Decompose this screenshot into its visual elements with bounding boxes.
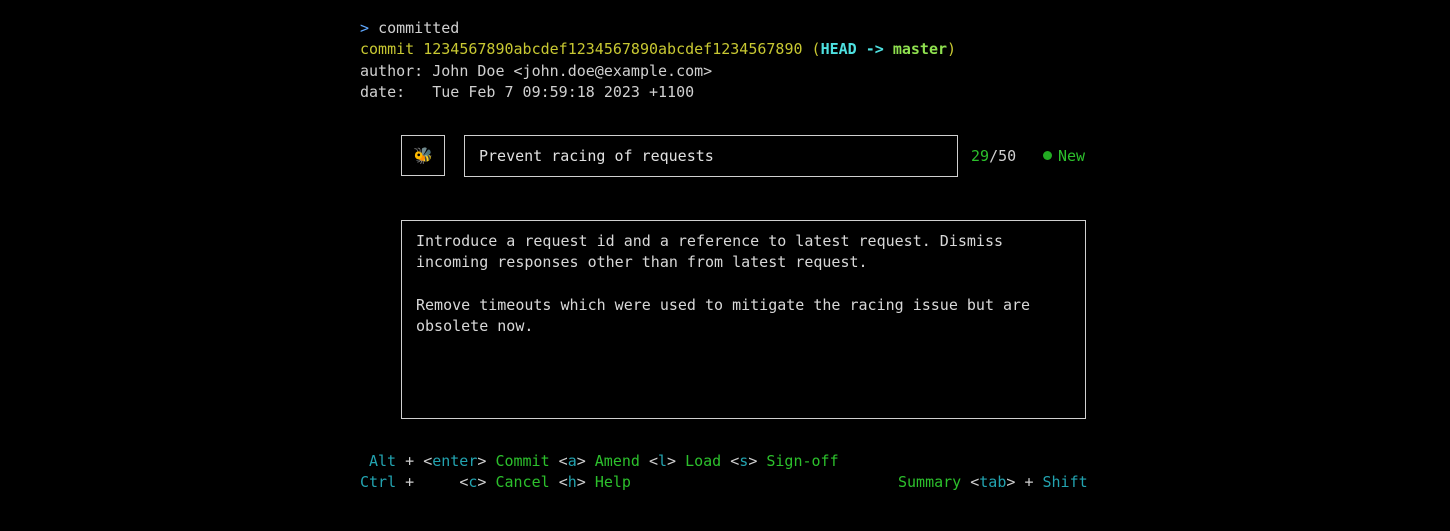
char-count-max: 50 xyxy=(998,147,1017,165)
body-line: Remove timeouts which were used to mitig… xyxy=(416,295,1031,314)
commit-hint[interactable]: <enter> Commit xyxy=(423,452,549,470)
help-action: Help xyxy=(594,473,631,491)
author-line: author: John Doe <john.doe@example.com> xyxy=(360,62,713,80)
plus-sign: + xyxy=(405,452,415,470)
status-indicator: New xyxy=(1043,146,1085,167)
enter-key: enter xyxy=(432,452,478,470)
ref-close-paren: ) xyxy=(947,40,957,58)
summary-focus-hint[interactable]: Summary <tab> + Shift xyxy=(898,472,1088,493)
summary-input-value: Prevent racing of requests xyxy=(479,147,714,165)
cancel-hint[interactable]: <c> Cancel xyxy=(459,473,549,491)
commit-action: Commit xyxy=(495,452,550,470)
ref-branch: master xyxy=(892,40,948,58)
load-action: Load xyxy=(685,452,722,470)
plus-sign: + xyxy=(405,473,415,491)
ref-head: HEAD xyxy=(820,40,857,58)
key-hints-row-1: Alt + <enter> Commit <a> Amend <l> Load … xyxy=(369,451,839,472)
body-line xyxy=(416,274,1071,295)
shift-modifier: Shift xyxy=(1042,473,1088,491)
amend-action: Amend xyxy=(594,452,640,470)
commit-hash: 1234567890abcdef1234567890abcdef12345678… xyxy=(423,40,803,58)
date-line: date: Tue Feb 7 09:59:18 2023 +1100 xyxy=(360,83,695,101)
summary-char-counter: 29/50 xyxy=(971,146,1016,167)
prompt-mark: > xyxy=(360,19,370,37)
summary-input[interactable]: Prevent racing of requests xyxy=(464,135,958,177)
plus-sign: + xyxy=(1024,473,1034,491)
status-dot-icon xyxy=(1043,151,1052,160)
alt-modifier: Alt xyxy=(369,452,397,470)
tab-key: tab xyxy=(979,473,1007,491)
status-label: New xyxy=(1058,147,1086,165)
prompt-line: > committed xyxy=(360,18,459,39)
help-hint[interactable]: <h> Help xyxy=(559,473,631,491)
bee-emoji-icon: 🐝 xyxy=(413,146,433,165)
ref-open-paren: ( xyxy=(811,40,821,58)
amend-hint[interactable]: <a> Amend xyxy=(559,452,640,470)
a-key: a xyxy=(567,452,577,470)
load-hint[interactable]: <l> Load xyxy=(649,452,721,470)
cancel-action: Cancel xyxy=(495,473,550,491)
signoff-hint[interactable]: <s> Sign-off xyxy=(730,452,838,470)
key-hints-row-2: Ctrl + <c> Cancel <h> Help xyxy=(360,472,631,493)
h-key: h xyxy=(567,473,577,491)
ref-arrow: -> xyxy=(865,40,884,58)
l-key: l xyxy=(658,452,668,470)
body-line: obsolete now. xyxy=(416,317,534,336)
char-count-separator: / xyxy=(989,147,999,165)
body-line: Introduce a request id and a reference t… xyxy=(416,232,1003,250)
body-line: incoming responses other than from lates… xyxy=(416,253,868,272)
summary-action: Summary xyxy=(898,473,962,491)
signoff-action: Sign-off xyxy=(766,452,839,470)
commit-label: commit xyxy=(360,40,415,58)
prompt-text: committed xyxy=(378,19,460,37)
emoji-picker-button[interactable]: 🐝 xyxy=(401,135,445,176)
body-textarea[interactable]: Introduce a request id and a reference t… xyxy=(401,220,1086,419)
ctrl-modifier: Ctrl xyxy=(360,473,397,491)
s-key: s xyxy=(739,452,749,470)
commit-line: commit 1234567890abcdef1234567890abcdef1… xyxy=(360,39,956,60)
char-count-current: 29 xyxy=(971,147,990,165)
